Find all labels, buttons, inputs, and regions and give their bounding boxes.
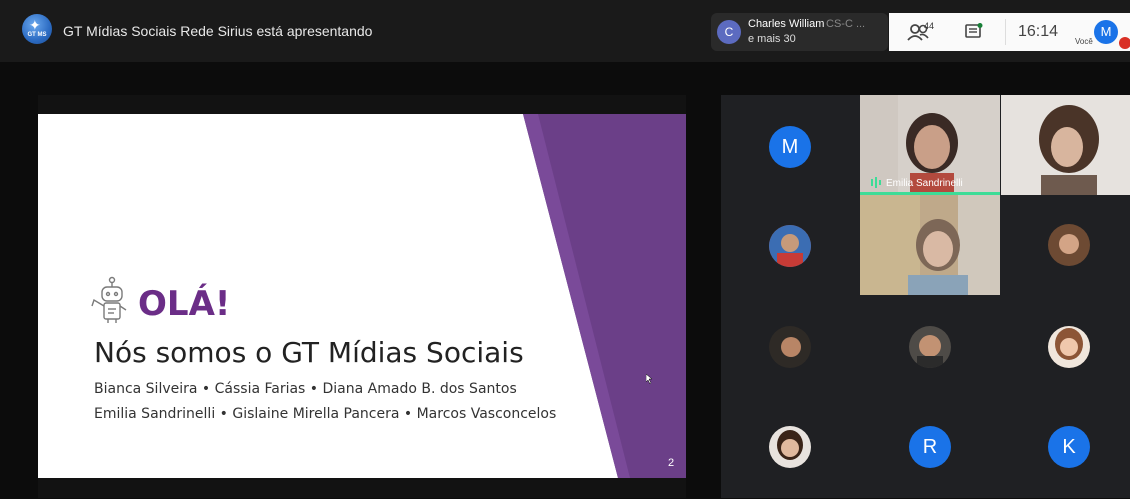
participant-tile[interactable] bbox=[1001, 295, 1130, 395]
participant-video-2[interactable] bbox=[1001, 95, 1130, 195]
presenter-logo: ✦ GT MS bbox=[22, 14, 52, 44]
slide-members-line1: Bianca Silveira • Cássia Farias • Diana … bbox=[94, 381, 517, 397]
meet-window: ✦ GT MS GT Mídias Sociais Rede Sirius es… bbox=[0, 0, 1130, 499]
control-panel: 44 16:14 Você M bbox=[889, 13, 1130, 51]
mic-muted-badge bbox=[1119, 37, 1130, 49]
presentation-stage: OLÁ! Nós somos o GT Mídias Sociais Bianc… bbox=[38, 95, 686, 498]
participant-photo-avatar bbox=[769, 326, 811, 368]
participant-count: 44 bbox=[924, 21, 935, 31]
robot-icon bbox=[91, 276, 127, 323]
slide-hello: OLÁ! bbox=[138, 284, 231, 324]
participant-grid: M Emilia Sandrinelli R K bbox=[721, 95, 1130, 498]
slide: OLÁ! Nós somos o GT Mídias Sociais Bianc… bbox=[38, 114, 686, 478]
participant-tile[interactable]: M bbox=[721, 95, 860, 195]
participant-tile[interactable] bbox=[721, 395, 860, 495]
participant-photo-avatar bbox=[1048, 224, 1090, 266]
participant-tile[interactable] bbox=[1001, 195, 1130, 295]
participant-photo-avatar bbox=[909, 326, 951, 368]
participant-avatar-k: K bbox=[1048, 426, 1090, 468]
participant-tile[interactable] bbox=[721, 195, 860, 295]
participant-photo-avatar bbox=[769, 225, 811, 267]
participant-tile[interactable] bbox=[721, 295, 860, 395]
participant-video-emilia[interactable]: Emilia Sandrinelli bbox=[860, 95, 1000, 195]
participant-video-3[interactable] bbox=[860, 195, 1000, 295]
participant-avatar-m: M bbox=[769, 126, 811, 168]
top-bar: ✦ GT MS GT Mídias Sociais Rede Sirius es… bbox=[0, 0, 1130, 62]
self-avatar[interactable]: M bbox=[1094, 20, 1118, 44]
active-speaker-name: Emilia Sandrinelli bbox=[886, 178, 963, 189]
clock: 16:14 bbox=[1018, 23, 1059, 40]
participant-tile[interactable] bbox=[860, 295, 1000, 395]
chat-icon[interactable] bbox=[965, 23, 983, 41]
speaker-avatar: C bbox=[717, 20, 741, 44]
participant-tile[interactable]: R bbox=[860, 395, 1000, 495]
slide-page-number: 2 bbox=[668, 457, 675, 469]
presenting-title: GT Mídias Sociais Rede Sirius está apres… bbox=[63, 23, 373, 39]
participant-avatar-r: R bbox=[909, 426, 951, 468]
you-label: Você bbox=[1075, 37, 1093, 46]
current-speaker-card[interactable]: C Charles William CS-C ... e mais 30 bbox=[711, 13, 888, 51]
presenter-logo-text: GT MS bbox=[27, 32, 47, 38]
slide-headline: Nós somos o GT Mídias Sociais bbox=[94, 336, 524, 369]
speaking-indicator-icon bbox=[871, 177, 881, 188]
slide-members-line2: Emilia Sandrinelli • Gislaine Mirella Pa… bbox=[94, 406, 557, 422]
speaker-name: Charles William bbox=[748, 18, 825, 30]
toolbar-divider bbox=[1005, 19, 1006, 45]
participant-photo-avatar bbox=[769, 426, 811, 468]
speaker-name-suffix: CS-C ... bbox=[826, 18, 866, 30]
mouse-cursor-icon bbox=[646, 374, 653, 384]
speaker-more-count: e mais 30 bbox=[748, 33, 796, 45]
star-icon: ✦ bbox=[29, 17, 41, 33]
participant-video-frame-3 bbox=[860, 195, 1000, 295]
participant-tile[interactable]: K bbox=[1001, 395, 1130, 495]
slide-purple-band bbox=[523, 114, 686, 478]
participant-video-frame-2 bbox=[1001, 95, 1130, 195]
participant-photo-avatar bbox=[1048, 326, 1090, 368]
